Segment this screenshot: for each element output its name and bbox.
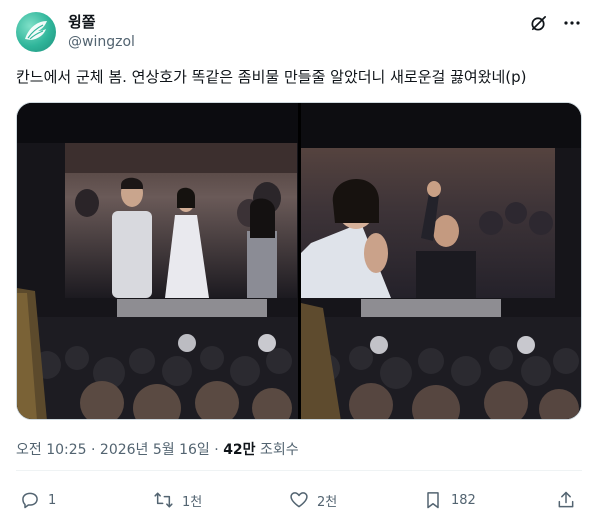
tweet-header: 윙쫄 @wingzol <box>16 12 582 54</box>
tweet-text: 칸느에서 군체 봄. 연상호가 똑같은 좀비물 만들줄 알았더니 새로운걸 끓여… <box>16 68 527 86</box>
reply-count: 1 <box>48 492 57 508</box>
share-icon <box>558 491 574 508</box>
wing-logo-icon <box>25 21 47 40</box>
share-button[interactable] <box>556 486 576 514</box>
heart-icon <box>290 492 308 508</box>
retweet-icon <box>154 492 173 508</box>
bookmark-button[interactable]: 182 <box>423 486 476 514</box>
retweet-button[interactable]: 1천 <box>153 486 202 514</box>
like-button[interactable]: 2천 <box>289 486 337 514</box>
views-label: 조회수 <box>255 442 299 458</box>
reply-icon <box>22 492 38 509</box>
meta-separator: · <box>209 442 224 458</box>
author-handle[interactable]: @wingzol <box>68 33 135 51</box>
reply-button[interactable]: 1 <box>20 486 56 514</box>
photo-right[interactable] <box>301 103 581 419</box>
bookmark-icon <box>427 492 439 509</box>
avatar[interactable] <box>16 12 56 52</box>
grok-icon[interactable] <box>528 13 548 33</box>
retweet-count: 1천 <box>182 494 203 510</box>
tweet-media <box>16 102 582 420</box>
divider <box>16 470 582 471</box>
views-count: 42만 <box>223 442 256 458</box>
author-name[interactable]: 윙쫄 <box>68 12 96 32</box>
tweet-date[interactable]: 2026년 5월 16일 <box>100 442 210 458</box>
like-count: 2천 <box>317 494 338 510</box>
tweet-meta: 오전 10:25 · 2026년 5월 16일 · 42만 조회수 <box>16 440 299 460</box>
photo-left[interactable] <box>17 103 298 419</box>
meta-separator: · <box>86 442 100 458</box>
tweet-time[interactable]: 오전 10:25 <box>16 442 87 458</box>
header-actions <box>528 12 582 34</box>
bookmark-count: 182 <box>451 492 476 508</box>
more-icon[interactable] <box>562 13 582 33</box>
tweet-actions: 1 1천 2천 182 <box>16 486 582 514</box>
